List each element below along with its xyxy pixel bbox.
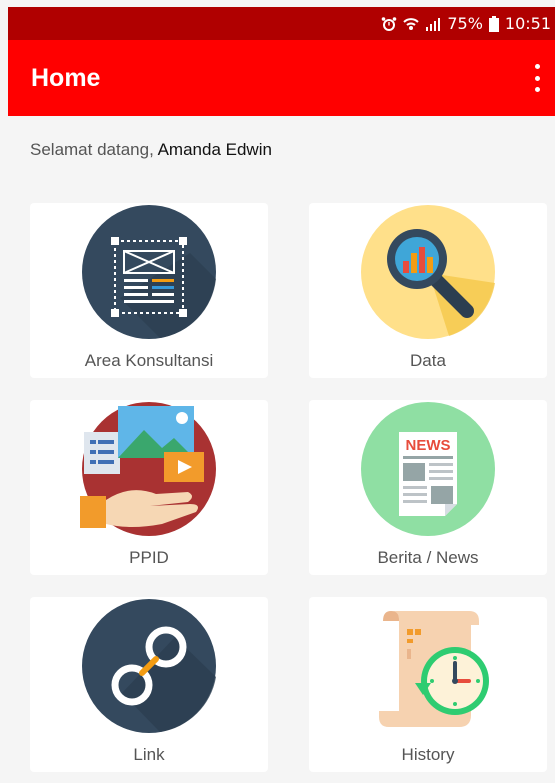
menu-card-label: PPID bbox=[129, 548, 169, 567]
newspaper-icon: NEWS bbox=[361, 402, 495, 536]
menu-card-history[interactable]: History bbox=[309, 597, 547, 772]
magnifier-chart-icon bbox=[361, 205, 495, 339]
signal-icon bbox=[425, 15, 441, 33]
menu-card-ppid[interactable]: PPID bbox=[30, 400, 268, 575]
wifi-calling-icon bbox=[403, 15, 420, 33]
alarm-icon bbox=[381, 15, 397, 33]
menu-card-label: Data bbox=[410, 351, 446, 370]
menu-card-label: Link bbox=[133, 745, 165, 764]
status-time: 10:51 bbox=[504, 14, 551, 33]
svg-text:NEWS: NEWS bbox=[406, 437, 451, 454]
greeting-prefix: Selamat datang, bbox=[30, 140, 158, 159]
menu-card-data[interactable]: Data bbox=[309, 203, 547, 378]
greeting: Selamat datang, Amanda Edwin bbox=[30, 140, 272, 160]
more-vert-icon[interactable] bbox=[531, 64, 543, 92]
menu-card-label: History bbox=[401, 745, 455, 764]
battery-percent: 75% bbox=[447, 14, 483, 33]
blueprint-icon bbox=[82, 205, 216, 339]
menu-card-label: Area Konsultansi bbox=[84, 351, 214, 370]
menu-card-link[interactable]: Link bbox=[30, 597, 268, 772]
battery-icon bbox=[488, 15, 499, 33]
link-icon bbox=[82, 599, 216, 733]
menu-card-area-konsultansi[interactable]: Area Konsultansi bbox=[30, 203, 268, 378]
user-name: Amanda Edwin bbox=[157, 140, 272, 159]
page-title: Home bbox=[31, 63, 101, 92]
status-bar: 75% 10:51 bbox=[8, 7, 555, 40]
menu-card-label: Berita / News bbox=[377, 548, 479, 567]
media-hand-icon bbox=[80, 402, 216, 536]
app-bar: Home bbox=[8, 40, 555, 116]
history-clock-icon bbox=[379, 611, 489, 727]
menu-card-berita-news[interactable]: NEWS Berita / News bbox=[309, 400, 547, 575]
